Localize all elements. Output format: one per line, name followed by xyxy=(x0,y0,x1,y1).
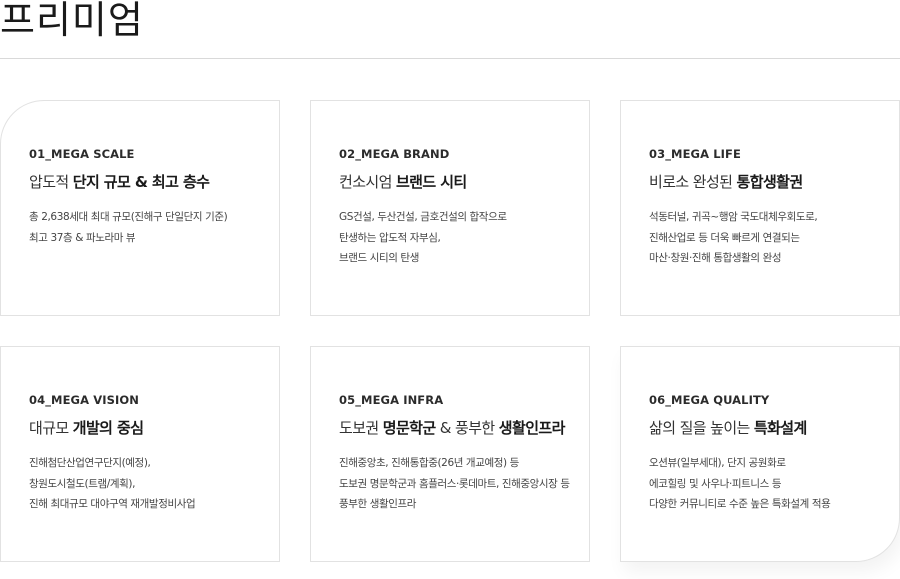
card-headline-strong-2: 생활인프라 xyxy=(498,419,566,437)
card-headline-strong: 통합생활권 xyxy=(736,173,804,191)
card-description-line: 마산·창원·진해 통합생활의 완성 xyxy=(649,252,782,264)
page-title: 프리미엄 xyxy=(0,0,144,42)
premium-card-grid: 01_MEGA SCALE 압도적 단지 규모 & 최고 층수 총 2,638세… xyxy=(0,100,900,562)
card-description-line: 창원도시철도(트램/계획), xyxy=(29,477,136,490)
card-description-line: 브랜드 시티의 탄생 xyxy=(339,252,419,264)
card-headline-strong: 특화설계 xyxy=(753,419,807,437)
card-code: 03_MEGA LIFE xyxy=(649,147,741,161)
premium-card-quality: 06_MEGA QUALITY 삶의 질을 높이는 특화설계 오션뷰(일부세대)… xyxy=(620,346,900,562)
card-code: 04_MEGA VISION xyxy=(29,393,139,407)
card-description-line: 다양한 커뮤니티로 수준 높은 특화설계 적용 xyxy=(649,498,831,510)
card-description: 오션뷰(일부세대), 단지 공원화로 에코힐링 및 사우나·피트니스 등 다양한… xyxy=(649,453,899,515)
card-description: 진해첨단산업연구단지(예정), 창원도시철도(트램/계획), 진해 최대규모 대… xyxy=(29,453,279,515)
card-description-line: 진해첨단산업연구단지(예정), xyxy=(29,457,151,469)
card-headline-plain: 압도적 xyxy=(29,173,73,191)
card-description-line: 총 2,638세대 최대 규모(진해구 단일단지 기준) xyxy=(29,211,228,223)
card-description-line: 탄생하는 압도적 자부심, xyxy=(339,231,441,244)
card-headline-plain: 대규모 xyxy=(29,419,73,437)
card-headline-strong: 명문학군 xyxy=(382,419,436,437)
card-description-line: 진해 최대규모 대야구역 재개발정비사업 xyxy=(29,498,196,510)
card-headline-plain: 비로소 완성된 xyxy=(649,173,737,191)
card-description-line: 에코힐링 및 사우나·피트니스 등 xyxy=(649,477,782,490)
card-headline: 압도적 단지 규모 & 최고 층수 xyxy=(29,171,279,193)
card-headline: 대규모 개발의 중심 xyxy=(29,417,279,439)
premium-card-life: 03_MEGA LIFE 비로소 완성된 통합생활권 석동터널, 귀곡~행암 국… xyxy=(620,100,900,316)
card-description: 석동터널, 귀곡~행암 국도대체우회도로, 진해산업로 등 더욱 빠르게 연결되… xyxy=(649,207,899,269)
card-description-line: 오션뷰(일부세대), 단지 공원화로 xyxy=(649,457,786,469)
card-headline-mid: & 풍부한 xyxy=(435,419,499,437)
card-description-line: 석동터널, 귀곡~행암 국도대체우회도로, xyxy=(649,211,818,223)
card-description: 진해중앙초, 진해통합중(26년 개교예정) 등 도보권 명문학군과 홈플러스·… xyxy=(339,453,589,515)
premium-card-scale: 01_MEGA SCALE 압도적 단지 규모 & 최고 층수 총 2,638세… xyxy=(0,100,280,316)
card-description-line: 풍부한 생활인프라 xyxy=(339,498,417,510)
card-headline-strong: 단지 규모 & 최고 층수 xyxy=(72,173,210,191)
premium-page: 프리미엄 01_MEGA SCALE 압도적 단지 규모 & 최고 층수 총 2… xyxy=(0,0,900,579)
card-headline-plain: 컨소시엄 xyxy=(339,173,396,191)
card-code: 02_MEGA BRAND xyxy=(339,147,450,161)
premium-card-brand: 02_MEGA BRAND 컨소시엄 브랜드 시티 GS건설, 두산건설, 금호… xyxy=(310,100,590,316)
card-code: 01_MEGA SCALE xyxy=(29,147,135,161)
card-headline-plain: 삶의 질을 높이는 xyxy=(649,419,754,437)
card-headline: 컨소시엄 브랜드 시티 xyxy=(339,171,589,193)
card-headline-plain: 도보권 xyxy=(339,419,383,437)
card-description-line: 도보권 명문학군과 홈플러스·롯데마트, 진해중앙시장 등 xyxy=(339,477,570,490)
card-description: GS건설, 두산건설, 금호건설의 합작으로 탄생하는 압도적 자부심, 브랜드… xyxy=(339,207,589,269)
card-description-line: GS건설, 두산건설, 금호건설의 합작으로 xyxy=(339,211,507,223)
card-headline: 비로소 완성된 통합생활권 xyxy=(649,171,899,193)
title-divider xyxy=(0,58,900,59)
card-description-line: 진해산업로 등 더욱 빠르게 연결되는 xyxy=(649,231,800,244)
card-headline-strong: 브랜드 시티 xyxy=(395,173,467,191)
card-description-line: 최고 37층 & 파노라마 뷰 xyxy=(29,231,136,244)
card-headline: 삶의 질을 높이는 특화설계 xyxy=(649,417,899,439)
card-code: 05_MEGA INFRA xyxy=(339,393,444,407)
card-headline: 도보권 명문학군 & 풍부한 생활인프라 xyxy=(339,417,589,439)
card-description: 총 2,638세대 최대 규모(진해구 단일단지 기준) 최고 37층 & 파노… xyxy=(29,207,279,248)
card-description-line: 진해중앙초, 진해통합중(26년 개교예정) 등 xyxy=(339,457,519,469)
card-code: 06_MEGA QUALITY xyxy=(649,393,770,407)
card-headline-strong: 개발의 중심 xyxy=(72,419,144,437)
premium-card-infra: 05_MEGA INFRA 도보권 명문학군 & 풍부한 생활인프라 진해중앙초… xyxy=(310,346,590,562)
premium-card-vision: 04_MEGA VISION 대규모 개발의 중심 진해첨단산업연구단지(예정)… xyxy=(0,346,280,562)
